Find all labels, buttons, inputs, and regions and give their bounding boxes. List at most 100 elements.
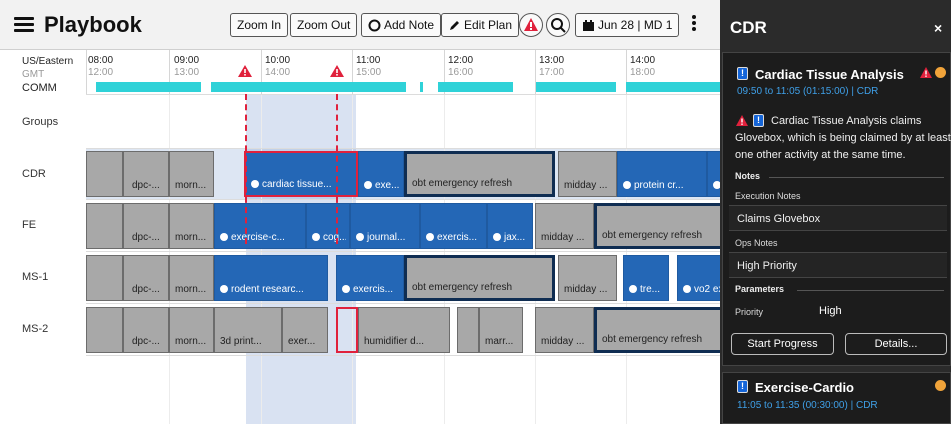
timezone-secondary-label: GMT [22, 69, 45, 80]
activity-label: obt emergency refresh [412, 282, 513, 293]
activity-block[interactable]: midday ... [558, 255, 617, 301]
activity-block[interactable]: cog... [306, 203, 350, 249]
more-options-icon[interactable] [684, 15, 704, 35]
activity-block[interactable]: morn... [169, 203, 214, 249]
activity-block[interactable]: exer... [282, 307, 328, 353]
activity-block[interactable]: midday ... [535, 307, 594, 353]
status-dot-icon [683, 285, 691, 293]
activity-block[interactable]: obt emergency refresh [404, 255, 555, 301]
hamburger-menu-icon[interactable] [14, 17, 34, 32]
ops-notes-label: Ops Notes [735, 238, 778, 248]
close-icon[interactable]: × [934, 20, 942, 36]
activity-label: obt emergency refresh [412, 178, 513, 189]
toolbar: Playbook Zoom In Zoom Out Add Note Edit … [0, 0, 720, 50]
activity-block[interactable]: midday ... [535, 203, 594, 249]
activity-label: cog... [323, 232, 346, 243]
activity-block[interactable]: morn... [169, 151, 214, 197]
activity-block[interactable]: dpc-... [123, 307, 169, 353]
activity-block[interactable]: exercise-c... [214, 203, 306, 249]
activity-block[interactable] [457, 307, 479, 353]
activity-block[interactable] [707, 151, 720, 197]
details-button[interactable]: Details... [845, 333, 947, 355]
hour-label-secondary: 17:00 [539, 67, 565, 78]
activity-block[interactable]: rodent researc... [214, 255, 328, 301]
start-progress-button[interactable]: Start Progress [731, 333, 834, 355]
activity-label: vo2 ex [694, 284, 720, 295]
search-icon [551, 18, 566, 33]
ops-notes-field[interactable]: High Priority [729, 252, 947, 278]
add-note-button[interactable]: Add Note [361, 13, 442, 37]
comm-coverage-bar [626, 82, 720, 92]
warning-icon[interactable] [329, 64, 345, 78]
activity-block[interactable] [86, 151, 123, 197]
activity-block[interactable]: midday ... [558, 151, 617, 197]
activity-block[interactable] [86, 255, 123, 301]
card-time: 11:05 to 11:35 (00:30:00) | CDR [737, 400, 878, 411]
activity-label: protein cr... [634, 180, 684, 191]
edit-plan-button[interactable]: Edit Plan [441, 13, 520, 37]
activity-block[interactable]: obt emergency refresh [594, 307, 720, 353]
row-label-cdr[interactable]: CDR [22, 168, 46, 180]
date-picker-button[interactable]: Jun 28 | MD 1 [575, 13, 680, 37]
activity-block[interactable]: dpc-... [123, 151, 169, 197]
activity-label: obt emergency refresh [602, 230, 703, 241]
search-button[interactable] [546, 13, 570, 37]
priority-label: Priority [735, 307, 764, 317]
hour-label-secondary: 14:00 [265, 67, 291, 78]
activity-block[interactable]: jax... [487, 203, 533, 249]
info-badge-icon: ! [737, 380, 748, 393]
row-separator [86, 303, 720, 304]
activity-card[interactable]: ! Exercise-Cardio 11:05 to 11:35 (00:30:… [722, 372, 951, 424]
timezone-primary-label: US/Eastern [22, 56, 74, 67]
activity-card-selected[interactable]: ! Cardiac Tissue Analysis 09:50 to 11:05… [722, 52, 951, 366]
row-label-fe[interactable]: FE [22, 219, 36, 231]
activity-block[interactable]: dpc-... [123, 203, 169, 249]
activity-block[interactable]: journal... [350, 203, 420, 249]
conflicts-button[interactable] [519, 13, 543, 37]
conflict-end-line [336, 94, 338, 244]
activity-block[interactable]: exe... [358, 151, 404, 197]
row-label-ms1[interactable]: MS-1 [22, 271, 48, 283]
zoom-out-button[interactable]: Zoom Out [290, 13, 358, 37]
activity-block[interactable]: exercis... [336, 255, 404, 301]
timeline-grid[interactable]: 08:00 12:00 09:00 13:00 10:00 14:00 11:0… [86, 50, 720, 424]
activity-label: dpc-... [132, 180, 160, 191]
warning-icon[interactable] [237, 64, 253, 78]
activity-label: exe... [375, 180, 400, 191]
warning-icon [920, 67, 932, 78]
activity-block[interactable]: vo2 ex [677, 255, 720, 301]
activity-block[interactable]: morn... [169, 307, 214, 353]
activity-label: rodent researc... [231, 284, 304, 295]
activity-block[interactable]: marr... [479, 307, 523, 353]
hour-label-primary: 09:00 [174, 55, 200, 66]
hour-label-primary: 10:00 [265, 55, 291, 66]
hour-label-secondary: 15:00 [356, 67, 382, 78]
activity-block[interactable]: tre... [623, 255, 669, 301]
activity-block[interactable]: morn... [169, 255, 214, 301]
activity-block[interactable]: obt emergency refresh [594, 203, 720, 249]
activity-block[interactable]: dpc-... [123, 255, 169, 301]
activity-block[interactable]: exercis... [420, 203, 487, 249]
status-dot-icon [426, 233, 434, 241]
activity-label: obt emergency refresh [602, 334, 703, 345]
activity-label: marr... [485, 336, 514, 347]
activity-label: dpc-... [132, 336, 160, 347]
activity-block[interactable]: protein cr... [617, 151, 707, 197]
conflict-marker[interactable] [336, 307, 358, 353]
info-badge-icon: ! [737, 67, 748, 80]
execution-notes-field[interactable]: Claims Glovebox [729, 205, 947, 231]
activity-block[interactable]: obt emergency refresh [404, 151, 555, 197]
activity-block[interactable] [86, 203, 123, 249]
parameters-heading: Parameters [735, 284, 785, 294]
activity-block[interactable]: 3d print... [214, 307, 282, 353]
zoom-in-button[interactable]: Zoom In [230, 13, 289, 37]
activity-label: midday ... [541, 232, 585, 243]
row-label-ms2[interactable]: MS-2 [22, 323, 48, 335]
status-dot-icon [623, 181, 631, 189]
activity-label: cardiac tissue... [262, 179, 332, 190]
activity-block-selected[interactable]: cardiac tissue... [244, 151, 358, 197]
hour-label-primary: 08:00 [88, 55, 114, 66]
activity-block[interactable]: humidifier d... [358, 307, 450, 353]
activity-label: journal... [367, 232, 406, 243]
activity-block[interactable] [86, 307, 123, 353]
